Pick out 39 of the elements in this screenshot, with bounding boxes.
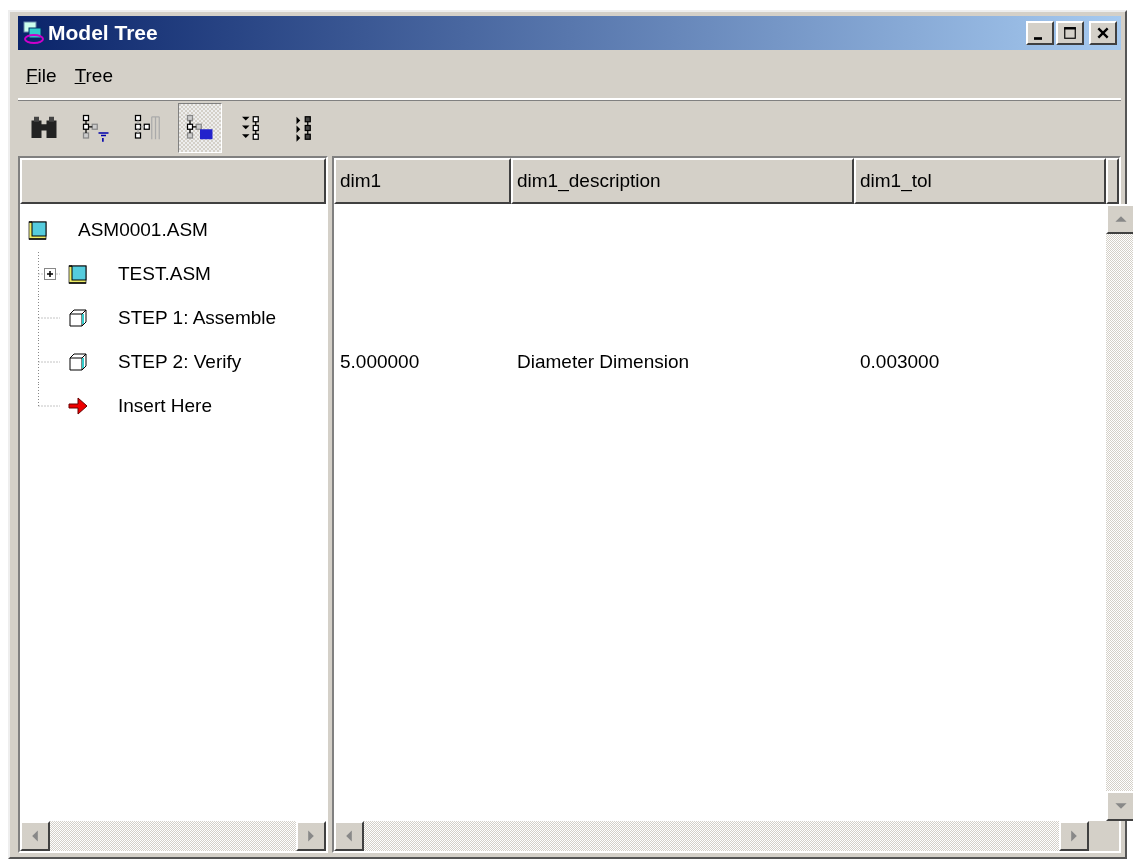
minimize-button[interactable] — [1026, 21, 1054, 45]
app-icon — [22, 21, 46, 45]
model-node-label[interactable]: STEP 1: Assemble — [118, 307, 277, 329]
scroll-left-button[interactable] — [334, 821, 364, 851]
part-icon — [66, 306, 90, 330]
table-cell-text: 5.000000 — [339, 351, 421, 373]
scroll-down-button[interactable] — [1106, 791, 1133, 821]
column-header[interactable]: dim1_tol — [854, 158, 1106, 204]
window-title: Model Tree — [48, 21, 158, 45]
menu-item[interactable]: Tree — [74, 65, 113, 87]
arrow-icon — [66, 394, 90, 418]
model-node-label[interactable]: STEP 2: Verify — [118, 351, 242, 373]
scroll-right-button[interactable] — [1059, 821, 1089, 851]
model-node-label[interactable]: TEST.ASM — [118, 263, 211, 285]
tree-filter-icon — [81, 113, 111, 143]
maximize-button[interactable] — [1056, 21, 1084, 45]
column-header[interactable]: dim1_description — [511, 158, 854, 204]
tree-connector-line — [38, 296, 60, 340]
model-node-label[interactable]: ASM0001.ASM — [78, 219, 208, 241]
minimize-icon — [1034, 37, 1042, 40]
assembly-icon — [66, 262, 90, 286]
menu-item[interactable]: File — [26, 65, 57, 87]
expand-box[interactable] — [44, 268, 56, 280]
tree-column-header[interactable] — [20, 158, 326, 204]
table-cell-text: 0.003000 — [859, 351, 941, 373]
toolbar-button[interactable] — [178, 103, 222, 153]
close-icon — [1096, 26, 1110, 40]
assembly-icon — [26, 218, 50, 242]
scroll-up-button[interactable] — [1106, 204, 1133, 234]
close-button[interactable] — [1089, 21, 1117, 45]
part-icon — [66, 350, 90, 374]
scroll-left-button[interactable] — [20, 821, 50, 851]
model-node-label[interactable]: Insert Here — [118, 395, 212, 417]
tree-connector-line — [38, 252, 60, 296]
table-cell-text: Diameter Dimension — [516, 351, 691, 373]
column-header[interactable]: dim1 — [334, 158, 511, 204]
scroll-right-button[interactable] — [296, 821, 326, 851]
scrollbar-corner — [1089, 821, 1119, 851]
maximize-icon — [1063, 26, 1077, 40]
